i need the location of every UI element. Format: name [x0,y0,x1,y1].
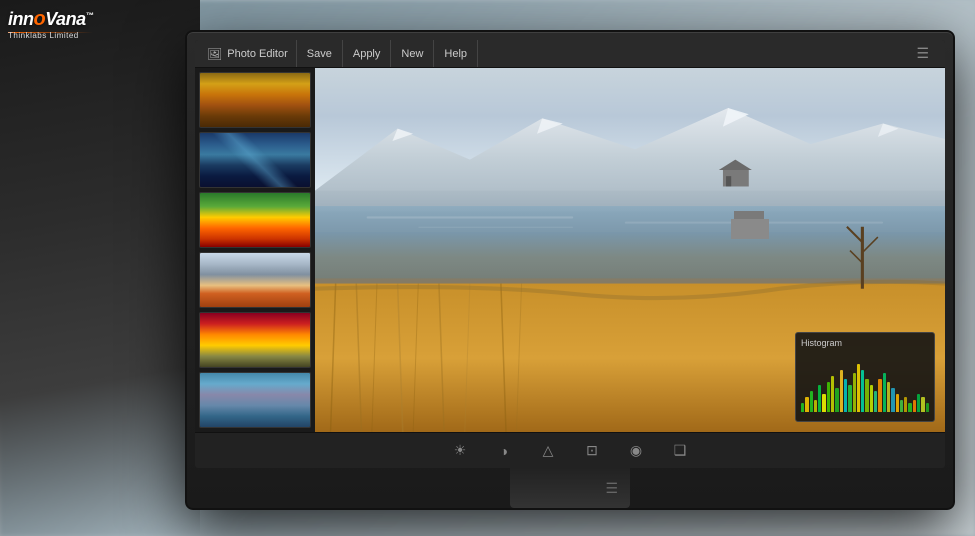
histogram-bar [848,385,851,412]
contrast-icon[interactable]: ◑ [492,439,516,463]
histogram-bar [844,379,847,412]
crop-icon[interactable]: ⊡ [580,439,604,463]
histogram-bar [891,388,894,412]
menu-photo-editor[interactable]: 🖼 Photo Editor [203,40,297,67]
logo-trademark: ™ [86,11,94,20]
histogram-bar [822,394,825,412]
filmstrip-item-6[interactable] [199,372,311,428]
exposure-icon[interactable]: △ [536,439,560,463]
menu-new[interactable]: New [391,40,434,67]
histogram-bar [904,397,907,412]
filmstrip-item-3[interactable] [199,192,311,248]
histogram-bar [900,400,903,412]
logo-inno: inn [8,9,34,29]
photo-editor-icon: 🖼 [207,47,222,61]
toolbar: ☀ ◑ △ ⊡ ◉ ❑ [195,432,945,468]
histogram-bar [865,379,868,412]
histogram-bar [861,370,864,412]
filmstrip-item-4[interactable] [199,252,311,308]
histogram-bar [840,370,843,412]
histogram-bar [801,403,804,412]
hamburger-menu-icon[interactable]: ☰ [908,45,937,62]
histogram-bar [874,391,877,412]
histogram-bar [805,397,808,412]
monitor-bottom-bar: ☰ [510,468,630,508]
histogram-bar [887,382,890,412]
screen: 🖼 Photo Editor Save Apply New Help ☰ [195,40,945,468]
histogram-bar [831,376,834,412]
eye-icon[interactable]: ◉ [624,439,648,463]
histogram-bar [896,394,899,412]
histogram-bar [818,385,821,412]
logo-subtitle: Thinklabs Limited [8,31,93,40]
logo-overlay: innoVana™ Thinklabs Limited [8,8,93,40]
logo-v-char: o [34,8,46,30]
histogram-bar [926,403,929,412]
filmstrip-item-1[interactable] [199,72,311,128]
photo-editor-label: Photo Editor [227,48,288,60]
menu-apply[interactable]: Apply [343,40,392,67]
monitor-menu-icon: ☰ [605,481,618,495]
brightness-icon[interactable]: ☀ [448,439,472,463]
histogram-panel: Histogram [795,332,935,422]
histogram-bar [917,394,920,412]
histogram-bar [857,364,860,412]
histogram-bar [827,382,830,412]
histogram-chart [801,352,929,412]
histogram-bar [835,388,838,412]
histogram-bar [913,400,916,412]
main-content: Histogram [195,68,945,432]
layers-icon[interactable]: ❑ [668,439,692,463]
histogram-bar [878,379,881,412]
filmstrip-item-5[interactable] [199,312,311,368]
histogram-bar [870,385,873,412]
main-photo-area: Histogram [315,68,945,432]
person-silhouette [0,0,200,536]
histogram-bar [908,403,911,412]
menu-save[interactable]: Save [297,40,343,67]
histogram-bar [921,397,924,412]
histogram-bar [810,391,813,412]
logo-ana: Vana [45,9,85,29]
logo-text: innoVana™ [8,8,93,31]
histogram-bar [814,400,817,412]
menu-help[interactable]: Help [434,40,478,67]
filmstrip [195,68,315,432]
histogram-bar [883,373,886,412]
monitor: 🖼 Photo Editor Save Apply New Help ☰ [185,30,955,510]
filmstrip-item-2[interactable] [199,132,311,188]
menu-bar: 🖼 Photo Editor Save Apply New Help ☰ [195,40,945,68]
histogram-bar [853,373,856,412]
histogram-title: Histogram [801,338,929,348]
